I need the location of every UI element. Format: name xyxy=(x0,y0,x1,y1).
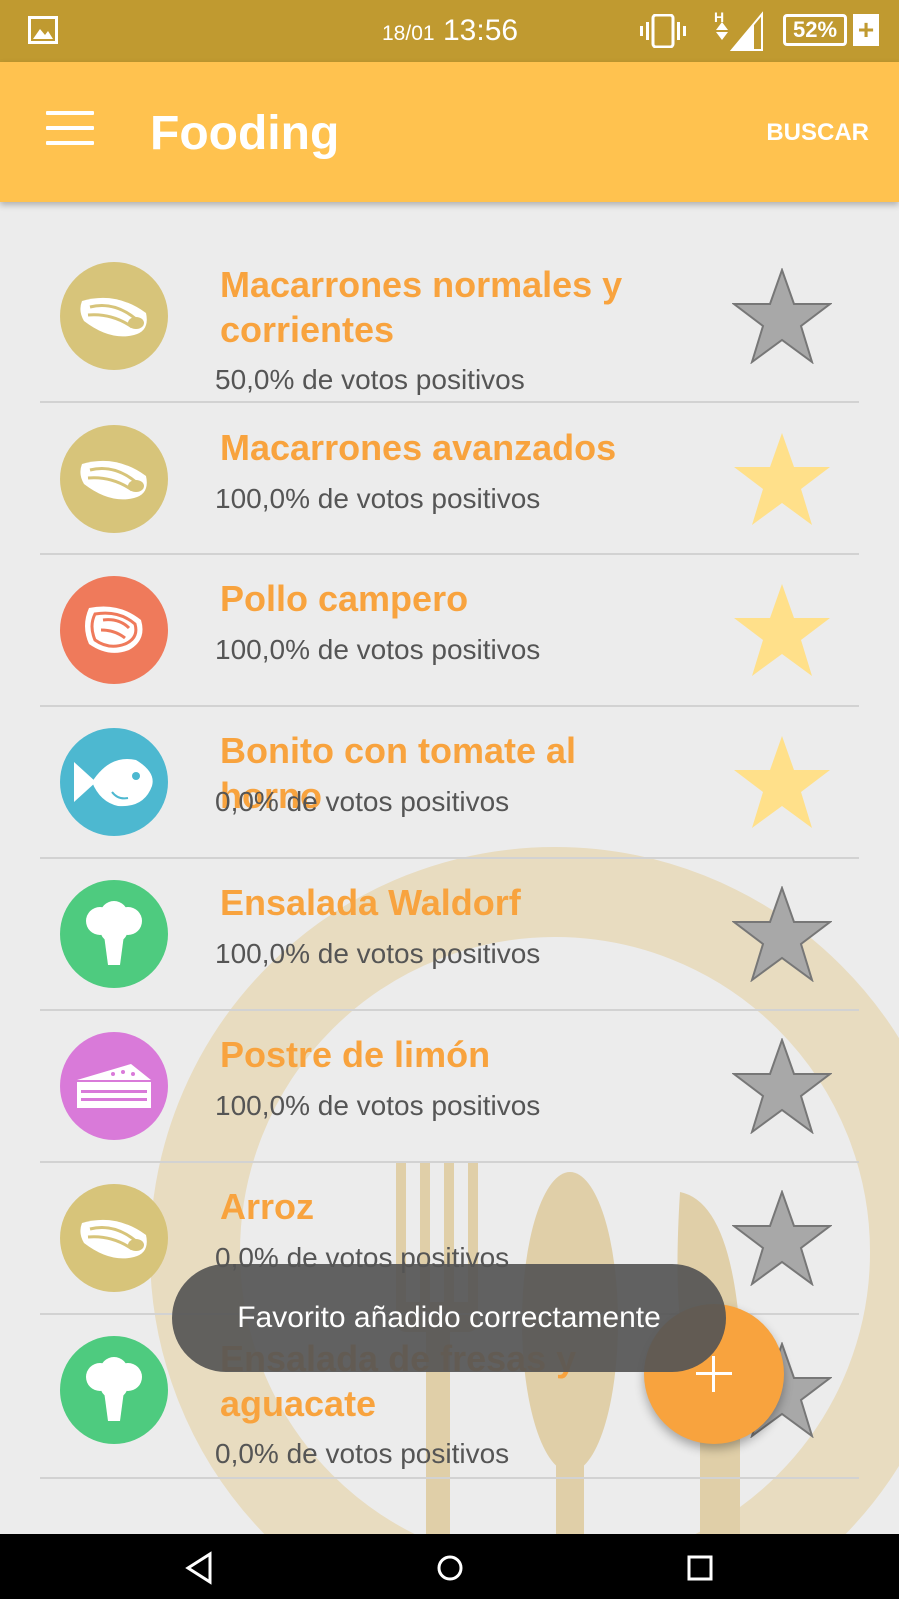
dish-name: Arroz xyxy=(220,1186,315,1227)
meat-icon xyxy=(85,606,143,653)
dish-votes: 0,0% de votos positivos xyxy=(215,1438,510,1469)
vibrate-icon xyxy=(640,14,686,48)
list-item[interactable]: Macarrones normales y corrientes 50,0% d… xyxy=(40,250,859,403)
fish-icon xyxy=(74,758,153,807)
list-item[interactable]: Macarrones avanzados 100,0% de votos pos… xyxy=(40,403,859,555)
dish-category-circle xyxy=(60,262,168,370)
star-icon[interactable] xyxy=(732,431,832,527)
image-icon xyxy=(28,16,58,44)
back-icon[interactable] xyxy=(180,1548,220,1588)
dish-name: Macarrones avanzados xyxy=(220,427,617,468)
dish-votes: 0,0% de votos positivos xyxy=(215,786,510,817)
dish-name: Postre de limón xyxy=(220,1034,491,1075)
charging-plus-icon: + xyxy=(853,14,879,46)
pasta-icon xyxy=(80,460,147,500)
battery-percent: 52% xyxy=(792,17,838,42)
battery-icon: 52% xyxy=(783,14,847,46)
dish-votes: 100,0% de votos positivos xyxy=(215,483,541,514)
dish-category-circle xyxy=(60,576,168,684)
app-title: Fooding xyxy=(150,107,340,160)
broccoli-icon xyxy=(86,901,142,965)
recents-icon[interactable] xyxy=(680,1548,720,1588)
list-item[interactable]: Bonito con tomate al horno 0,0% de votos… xyxy=(40,707,859,859)
dish-category-circle xyxy=(60,880,168,988)
dish-category-circle xyxy=(60,728,168,836)
search-button[interactable]: BUSCAR xyxy=(766,119,869,147)
hamburger-menu-icon[interactable] xyxy=(46,111,94,151)
dish-votes: 100,0% de votos positivos xyxy=(215,1090,541,1121)
dish-votes: 100,0% de votos positivos xyxy=(215,938,541,969)
star-icon[interactable] xyxy=(732,886,832,982)
star-icon[interactable] xyxy=(732,268,832,364)
dish-category-circle xyxy=(60,1336,168,1444)
signal-icon: H xyxy=(714,9,763,51)
status-time: 13:56 xyxy=(443,14,519,47)
dish-name: Pollo campero xyxy=(220,578,469,619)
status-date: 18/01 xyxy=(382,22,435,45)
dish-votes: 100,0% de votos positivos xyxy=(215,634,541,665)
home-icon[interactable] xyxy=(430,1548,470,1588)
dish-category-circle xyxy=(60,425,168,533)
list-item[interactable]: Ensalada Waldorf 100,0% de votos positiv… xyxy=(40,859,859,1011)
dish-name: Ensalada Waldorf xyxy=(220,882,521,923)
dish-votes: 50,0% de votos positivos xyxy=(215,364,525,395)
star-icon[interactable] xyxy=(732,734,832,830)
list-item[interactable]: Postre de limón 100,0% de votos positivo… xyxy=(40,1011,859,1163)
broccoli-icon xyxy=(86,1357,142,1421)
dish-name: Macarrones normales y corrientes xyxy=(220,264,623,350)
toast-message: Favorito añadido correctamente xyxy=(172,1264,726,1372)
status-bar: 18/01 13:56 H 52% + xyxy=(0,0,899,62)
app-bar: Fooding BUSCAR xyxy=(0,62,899,202)
star-icon[interactable] xyxy=(732,582,832,678)
network-type: H xyxy=(714,9,724,25)
list-item[interactable]: Pollo campero 100,0% de votos positivos xyxy=(40,555,859,707)
pasta-icon xyxy=(80,297,147,337)
star-icon[interactable] xyxy=(732,1038,832,1134)
dish-category-circle xyxy=(60,1184,168,1292)
pasta-icon xyxy=(80,1219,147,1259)
cake-icon xyxy=(77,1064,151,1108)
star-icon[interactable] xyxy=(732,1190,832,1286)
navigation-bar xyxy=(0,1534,899,1599)
dish-category-circle xyxy=(60,1032,168,1140)
